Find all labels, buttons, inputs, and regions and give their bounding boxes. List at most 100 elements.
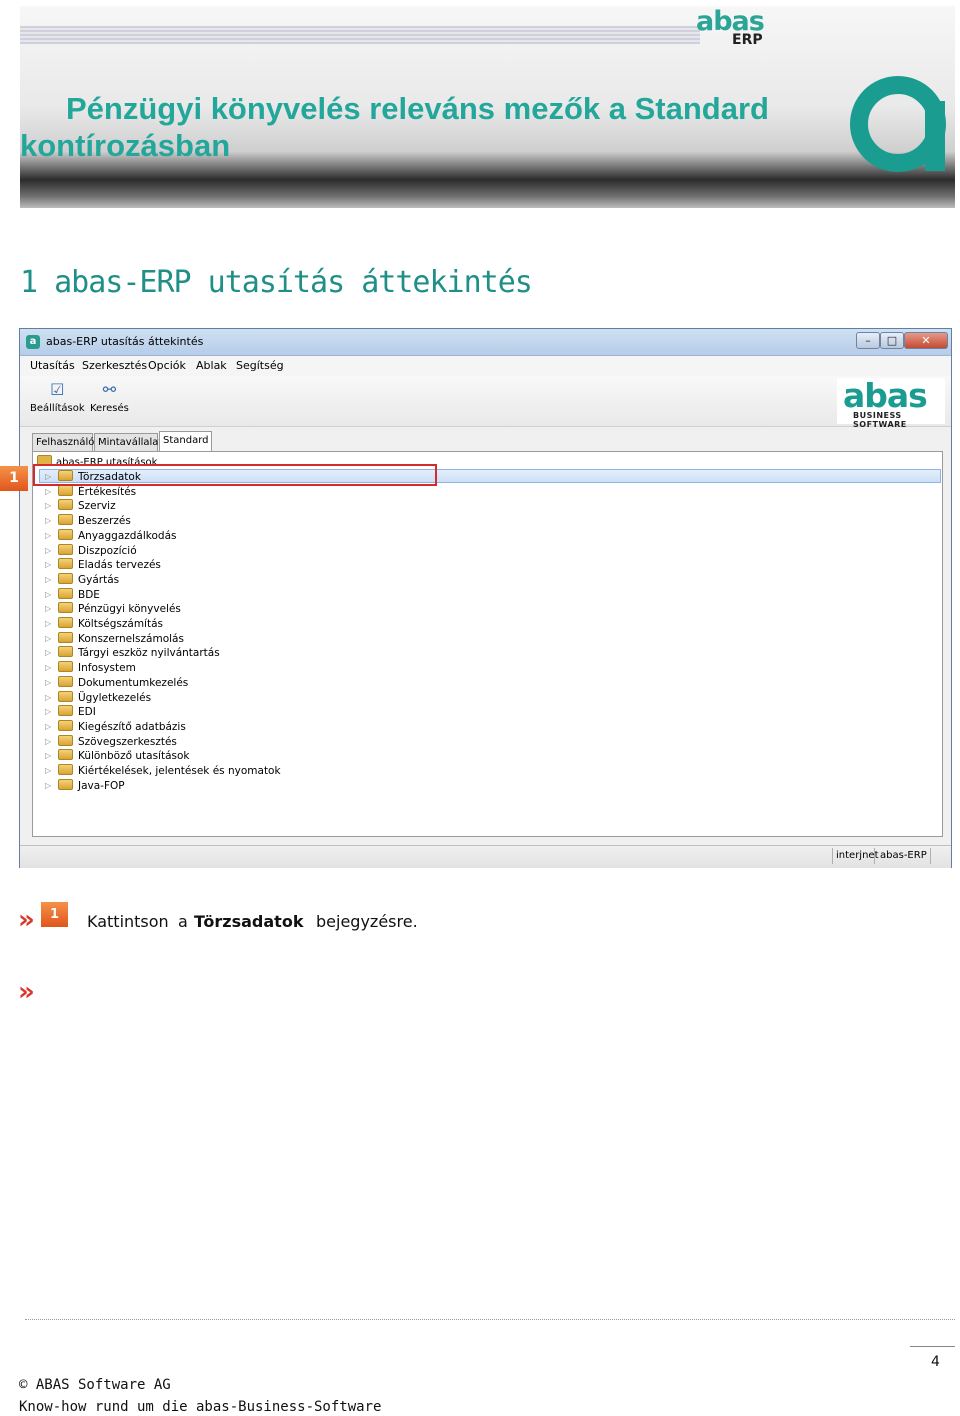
tree-item[interactable]: ▷ Kiértékelések, jelentések és nyomatok — [45, 764, 281, 778]
tree-item-label: EDI — [78, 706, 96, 719]
status-connection: interjnet — [836, 850, 879, 861]
footer-divider — [25, 1319, 955, 1320]
tree-item-label: Tárgyi eszköz nyilvántartás — [78, 647, 220, 660]
footer-tagline: Know-how rund um die abas-Business-Softw… — [19, 1399, 382, 1415]
expand-arrow-icon[interactable]: ▷ — [45, 575, 55, 584]
instruction-word: Kattintson — [87, 912, 169, 931]
tree-item[interactable]: ▷ Szövegszerkesztés — [45, 734, 177, 749]
expand-arrow-icon[interactable]: ▷ — [45, 693, 55, 702]
close-button[interactable]: ✕ — [904, 332, 948, 349]
expand-arrow-icon[interactable]: ▷ — [45, 604, 55, 613]
folder-icon — [58, 617, 73, 628]
search-label: Keresés — [90, 403, 129, 414]
tree-item[interactable]: ▷ Költségszámítás — [45, 617, 163, 631]
maximize-button[interactable]: □ — [880, 332, 904, 349]
tree-item-label: Dokumentumkezelés — [78, 676, 189, 689]
expand-arrow-icon[interactable]: ▷ — [45, 678, 55, 687]
expand-arrow-icon[interactable]: ▷ — [45, 737, 55, 746]
abas-business-software-logo: abas BUSINESS SOFTWARE — [837, 376, 945, 429]
menu-szerkesztes[interactable]: Szerkesztés — [82, 359, 147, 372]
tree-item[interactable]: ▷ Konszernelszámolás — [45, 631, 184, 646]
menu-utasitas[interactable]: Utasítás — [30, 359, 75, 372]
tab-mintavallalat[interactable]: Mintavállalat — [94, 433, 162, 451]
tree-item[interactable]: ▷ Infosystem — [45, 661, 136, 675]
tree-item-label: Gyártás — [78, 573, 120, 586]
app-window: a abas-ERP utasítás áttekintés – □ ✕ Uta… — [19, 328, 952, 868]
window-titlebar[interactable]: a abas-ERP utasítás áttekintés – □ ✕ — [20, 329, 951, 356]
tree-item[interactable]: ▷ Értékesítés — [45, 484, 136, 499]
folder-icon — [58, 778, 73, 790]
expand-arrow-icon[interactable]: ▷ — [45, 590, 55, 599]
bullet-icon: » — [18, 905, 35, 935]
folder-icon — [58, 631, 73, 643]
menu-ablak[interactable]: Ablak — [196, 359, 227, 372]
expand-arrow-icon[interactable]: ▷ — [45, 516, 55, 525]
tree-item[interactable]: ▷ EDI — [45, 705, 96, 719]
status-separator — [874, 848, 875, 864]
expand-arrow-icon[interactable]: ▷ — [45, 546, 55, 555]
folder-icon — [58, 764, 73, 775]
tree-item[interactable]: ▷ Ügyletkezelés — [45, 690, 151, 705]
tree-item[interactable]: ▷ Eladás tervezés — [45, 558, 161, 572]
logo-sub: BUSINESS SOFTWARE — [853, 411, 907, 429]
expand-arrow-icon[interactable]: ▷ — [45, 766, 55, 775]
expand-arrow-icon[interactable]: ▷ — [45, 648, 55, 657]
settings-label: Beállítások — [30, 403, 85, 414]
minimize-button[interactable]: – — [856, 332, 880, 349]
expand-arrow-icon[interactable]: ▷ — [45, 501, 55, 510]
tree-item-label: BDE — [78, 588, 100, 601]
folder-icon — [58, 514, 73, 526]
section-heading: 1 abas-ERP utasítás áttekintés — [20, 265, 533, 300]
tree-item-label: Konszernelszámolás — [78, 632, 184, 645]
search-button[interactable]: ⚯ Keresés — [90, 380, 129, 414]
folder-icon — [58, 587, 73, 599]
folder-icon — [58, 484, 73, 496]
tree-item-label: Költségszámítás — [78, 618, 163, 630]
expand-arrow-icon[interactable]: ▷ — [45, 634, 55, 643]
expand-arrow-icon[interactable]: ▷ — [45, 560, 55, 569]
tree-item[interactable]: ▷ BDE — [45, 587, 100, 602]
window-title: abas-ERP utasítás áttekintés — [46, 335, 204, 348]
step-marker-inline: 1 — [41, 902, 68, 927]
tree-item-label: Beszerzés — [78, 515, 131, 528]
expand-arrow-icon[interactable]: ▷ — [45, 531, 55, 540]
banner-stripe — [20, 26, 700, 44]
expand-arrow-icon[interactable]: ▷ — [45, 751, 55, 760]
menu-segitseg[interactable]: Segítség — [236, 359, 284, 372]
highlight-box — [33, 464, 437, 486]
menu-opciok[interactable]: Opciók — [148, 359, 186, 372]
tree-item[interactable]: ▷ Gyártás — [45, 572, 120, 587]
tree-item[interactable]: ▷ Különböző utasítások — [45, 749, 190, 763]
folder-icon — [58, 646, 73, 658]
folder-icon — [58, 543, 73, 555]
tree-item[interactable]: ▷ Szerviz — [45, 499, 116, 513]
tree-item[interactable]: ▷ Kiegészítő adatbázis — [45, 719, 186, 734]
expand-arrow-icon[interactable]: ▷ — [45, 487, 55, 496]
tree-item[interactable]: ▷ Dokumentumkezelés — [45, 675, 189, 690]
instruction-term: Törzsadatok — [194, 912, 304, 931]
tree-item-label: Különböző utasítások — [78, 750, 190, 763]
tab-standard[interactable]: Standard — [159, 431, 212, 452]
tree-item[interactable]: ▷ Java-FOP — [45, 778, 125, 793]
tree-item[interactable]: ▷ Beszerzés — [45, 514, 131, 528]
settings-button[interactable]: ☑ Beállítások — [30, 380, 85, 414]
expand-arrow-icon[interactable]: ▷ — [45, 663, 55, 672]
tree-item-label: Szövegszerkesztés — [78, 735, 177, 748]
tab-felhasznalo[interactable]: Felhasználó — [32, 433, 94, 451]
folder-icon — [58, 675, 73, 687]
checklist-icon: ☑ — [50, 380, 65, 399]
expand-arrow-icon[interactable]: ▷ — [45, 781, 55, 790]
tree-item-label: Kiegészítő adatbázis — [78, 720, 186, 733]
expand-arrow-icon[interactable]: ▷ — [45, 707, 55, 716]
tree-item[interactable]: ▷ Tárgyi eszköz nyilvántartás — [45, 646, 220, 660]
tree-item[interactable]: ▷ Anyaggazdálkodás — [45, 528, 176, 543]
status-separator — [832, 848, 833, 864]
tree-item[interactable]: ▷ Pénzügyi könyvelés — [45, 602, 181, 616]
expand-arrow-icon[interactable]: ▷ — [45, 722, 55, 731]
status-separator — [930, 848, 931, 864]
page-title: Pénzügyi könyvelés releváns mezők a Stan… — [20, 91, 769, 163]
expand-arrow-icon[interactable]: ▷ — [45, 619, 55, 628]
page-number-rule — [910, 1346, 955, 1347]
tree-item-label: Diszpozíció — [78, 544, 137, 557]
tree-item[interactable]: ▷ Diszpozíció — [45, 543, 137, 558]
